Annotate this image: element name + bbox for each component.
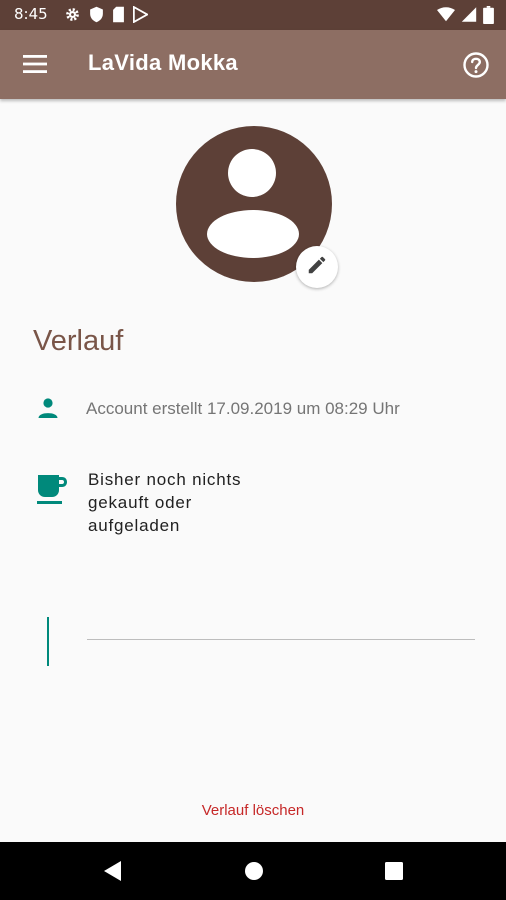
battery-icon <box>483 6 494 24</box>
input-underline <box>87 639 475 640</box>
help-circle-icon[interactable] <box>462 51 490 79</box>
navigation-bar <box>0 842 506 900</box>
recents-icon[interactable] <box>383 859 405 887</box>
signal-icon <box>461 6 477 24</box>
wifi-icon <box>437 6 455 24</box>
text-cursor <box>47 617 49 666</box>
shield-icon <box>89 6 104 23</box>
app-title: LaVida Mokka <box>88 50 238 75</box>
sim-card-icon <box>112 6 125 23</box>
play-store-icon <box>133 6 148 23</box>
back-icon[interactable] <box>101 859 123 887</box>
history-title: Verlauf <box>33 325 124 357</box>
pencil-icon <box>306 254 328 280</box>
home-icon[interactable] <box>243 859 265 887</box>
account-created-text: Account erstellt 17.09.2019 um 08:29 Uhr <box>86 399 400 418</box>
coffee-cup-icon <box>36 472 68 506</box>
app-bar: LaVida Mokka <box>0 30 506 99</box>
text-input[interactable] <box>87 600 475 638</box>
person-icon <box>36 396 60 420</box>
status-time: 8:45 <box>14 5 48 23</box>
clear-history-button[interactable]: Verlauf löschen <box>0 802 506 819</box>
settings-icon <box>64 6 81 23</box>
hamburger-menu-icon[interactable] <box>22 52 48 76</box>
status-bar: 8:45 <box>0 0 506 30</box>
avatar-head <box>228 149 276 197</box>
avatar-body <box>207 210 299 258</box>
edit-avatar-button[interactable] <box>296 246 338 288</box>
no-purchases-text: Bisher noch nichts gekauft oder aufgelad… <box>88 470 242 535</box>
